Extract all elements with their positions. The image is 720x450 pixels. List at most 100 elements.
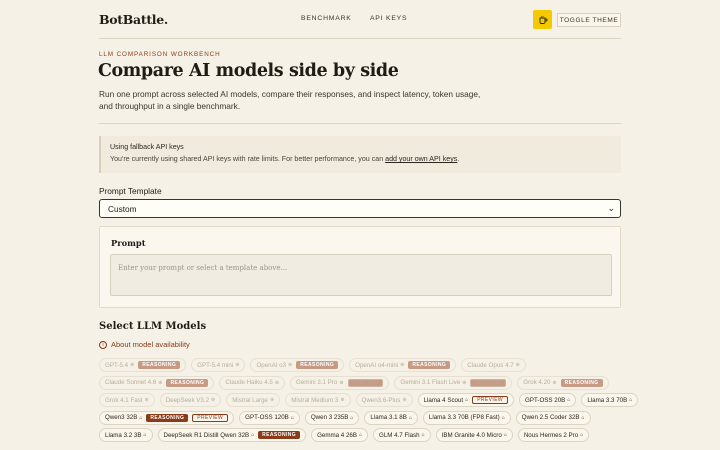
model-chip[interactable]: IBM Granite 4.0 Micro ⌂ [435, 428, 513, 442]
model-chip[interactable]: Qwen 2.5 Coder 32B ⌂ [515, 410, 591, 425]
lock-icon: ⊕ [211, 397, 216, 403]
nav-api-keys[interactable]: API KEYS [370, 15, 407, 22]
free-icon: ⌂ [567, 397, 571, 403]
model-chip[interactable]: Gemini 3.1 Pro ⊕ PREVIEW [290, 375, 390, 390]
model-chip[interactable]: Gemma 4 26B ⌂ [311, 428, 368, 442]
model-chip[interactable]: Llama 3.2 3B ⌂ [99, 428, 153, 442]
model-chip[interactable]: Llama 3.3 70B (FP8 Fast) ⌂ [422, 410, 511, 425]
model-chip-label: Nous Hermes 2 Pro [523, 431, 579, 439]
free-icon: ⌂ [350, 414, 354, 421]
lock-icon: ⊕ [552, 379, 557, 386]
model-chip-label: Llama 3.1 8B [370, 414, 407, 421]
free-icon: ⌂ [358, 432, 362, 438]
free-icon: ⌂ [501, 414, 505, 421]
lock-icon: ⊕ [270, 397, 275, 403]
model-chip[interactable]: DeepSeek V3.2 ⊕ [159, 393, 222, 407]
notice-tail: . [457, 155, 460, 163]
model-chip[interactable]: GPT-OSS 120B ⌂ [239, 410, 300, 425]
model-chip[interactable]: Claude Haiku 4.5 ⊕ [219, 375, 286, 390]
lock-icon: ⊕ [288, 362, 293, 368]
model-chip-row: Claude Sonnet 4.6 ⊕ REASONING Claude Haiku … [99, 375, 629, 390]
prompt-template-select[interactable]: Custom ⌄ [99, 199, 621, 218]
model-chip[interactable]: Claude Sonnet 4.6 ⊕ REASONING [99, 375, 215, 390]
free-icon: ⌂ [503, 432, 507, 438]
select-models-title: Select LLM Models [99, 321, 207, 332]
model-chip[interactable]: Qwen3 32B ⌂ REASONING PREVIEW [99, 410, 235, 425]
reasoning-badge: REASONING [408, 361, 451, 369]
model-chip-label: DeepSeek R1 Distill Qwen 32B [163, 431, 250, 439]
lock-icon: ⊕ [274, 379, 280, 386]
model-chip-row: Qwen3 32B ⌂ REASONING PREVIEW GPT-OSS 120B ⌂ Q… [99, 410, 629, 425]
model-chip[interactable]: Grok 4.20 ⊕ REASONING [517, 375, 609, 390]
prompt-template-value: Custom [108, 204, 137, 214]
lock-icon: ⊕ [402, 397, 407, 403]
model-chip[interactable]: GPT-OSS 20B ⌂ [519, 393, 577, 407]
free-icon: ⌂ [290, 414, 294, 421]
model-chip-list: GPT-5.4 ⊕ REASONING GPT-5.4 mini ⊕ OpenAI o3 ⊕… [99, 358, 639, 446]
model-chip-label: Qwen 2.5 Coder 32B [521, 414, 580, 421]
add-api-keys-link[interactable]: add your own API keys [385, 155, 457, 163]
free-icon: ⌂ [465, 397, 469, 403]
fallback-keys-notice: Using fallback API keys You're currently… [99, 136, 621, 173]
model-chip[interactable]: GLM 4.7 Flash ⌂ [373, 428, 431, 442]
model-chip[interactable]: GPT-5.4 mini ⊕ [191, 358, 246, 372]
model-chip-label: GPT-5.4 mini [197, 361, 234, 369]
model-chip[interactable]: Mistral Large ⊕ [226, 393, 281, 407]
model-chip[interactable]: Llama 3.1 8B ⌂ [364, 410, 418, 425]
model-chip[interactable]: OpenAI o3 ⊕ REASONING [250, 358, 345, 372]
app-logo[interactable]: BotBattle. [99, 12, 168, 27]
preview-badge: PREVIEW [192, 413, 229, 422]
model-chip[interactable]: Gemini 3.1 Flash Live ⊕ PREVIEW [394, 375, 513, 390]
free-icon: ⌂ [629, 397, 633, 403]
prompt-textarea[interactable]: Enter your prompt or select a template a… [110, 254, 612, 296]
model-availability-text: About model availability [111, 340, 190, 349]
model-chip-label: GPT-OSS 120B [245, 414, 289, 421]
toggle-theme-button[interactable]: TOGGLE THEME [557, 13, 621, 27]
header-divider [99, 38, 621, 39]
reasoning-badge: REASONING [560, 378, 603, 387]
model-chip-label: Claude Sonnet 4.6 [105, 379, 157, 386]
nav-benchmark[interactable]: BENCHMARK [301, 15, 352, 22]
page-eyebrow: LLM COMPARISON WORKBENCH [99, 51, 221, 58]
prompt-card: Prompt Enter your prompt or select a tem… [99, 226, 621, 308]
cup-icon [539, 15, 547, 24]
page-title: Compare AI models side by side [98, 61, 399, 81]
lock-icon: ⊕ [340, 397, 345, 403]
model-chip[interactable]: Nous Hermes 2 Pro ⌂ [517, 428, 590, 442]
model-chip[interactable]: GPT-5.4 ⊕ REASONING [99, 358, 187, 372]
theme-icon-button[interactable] [533, 10, 552, 29]
free-icon: ⌂ [581, 414, 585, 421]
model-chip-label: Qwen3 32B [105, 414, 138, 421]
model-chip[interactable]: Llama 3.3 70B ⌂ [581, 393, 639, 407]
prompt-template-label: Prompt Template [99, 186, 162, 196]
lock-icon: ⊕ [235, 362, 240, 368]
model-chip-row: Llama 3.2 3B ⌂ DeepSeek R1 Distill Qwen 32… [99, 428, 629, 442]
model-availability-link[interactable]: i About model availability [99, 340, 190, 349]
model-chip-label: GPT-5.4 [105, 361, 129, 369]
reasoning-badge: REASONING [146, 413, 189, 422]
model-chip[interactable]: Claude Opus 4.7 ⊕ [461, 358, 526, 372]
model-chip-row: GPT-5.4 ⊕ REASONING GPT-5.4 mini ⊕ OpenAI o3 ⊕… [99, 358, 629, 372]
model-chip-label: Mistral Large [232, 396, 268, 404]
model-chip-label: Llama 3.3 70B [587, 396, 628, 404]
reasoning-badge: REASONING [296, 361, 339, 369]
model-chip-label: Grok 4.20 [523, 379, 551, 386]
preview-badge: PREVIEW [470, 378, 507, 387]
model-chip[interactable]: Llama 4 Scout ⌂ PREVIEW [417, 393, 515, 407]
model-chip[interactable]: Grok 4.1 Fast ⊕ [99, 393, 155, 407]
page-intro: Run one prompt across selected AI models… [99, 89, 481, 112]
model-chip[interactable]: Mistral Medium 3 ⊕ [285, 393, 351, 407]
free-icon: ⌂ [139, 414, 143, 421]
model-chip-label: Grok 4.1 Fast [105, 396, 143, 404]
free-icon: ⌂ [143, 432, 147, 438]
model-chip[interactable]: DeepSeek R1 Distill Qwen 32B ⌂ REASONING [157, 428, 307, 442]
model-chip[interactable]: Qwen3.6-Plus ⊕ [355, 393, 413, 407]
model-chip-label: Claude Haiku 4.5 [225, 379, 273, 386]
model-chip-label: IBM Granite 4.0 Micro [441, 431, 502, 439]
free-icon: ⌂ [421, 432, 425, 438]
model-chip[interactable]: OpenAI o4-mini ⊕ REASONING [349, 358, 457, 372]
info-icon: i [99, 340, 107, 349]
notice-body: You're currently using shared API keys w… [110, 155, 621, 163]
model-chip[interactable]: Qwen 3 235B ⌂ [304, 410, 360, 425]
free-icon: ⌂ [251, 432, 255, 438]
